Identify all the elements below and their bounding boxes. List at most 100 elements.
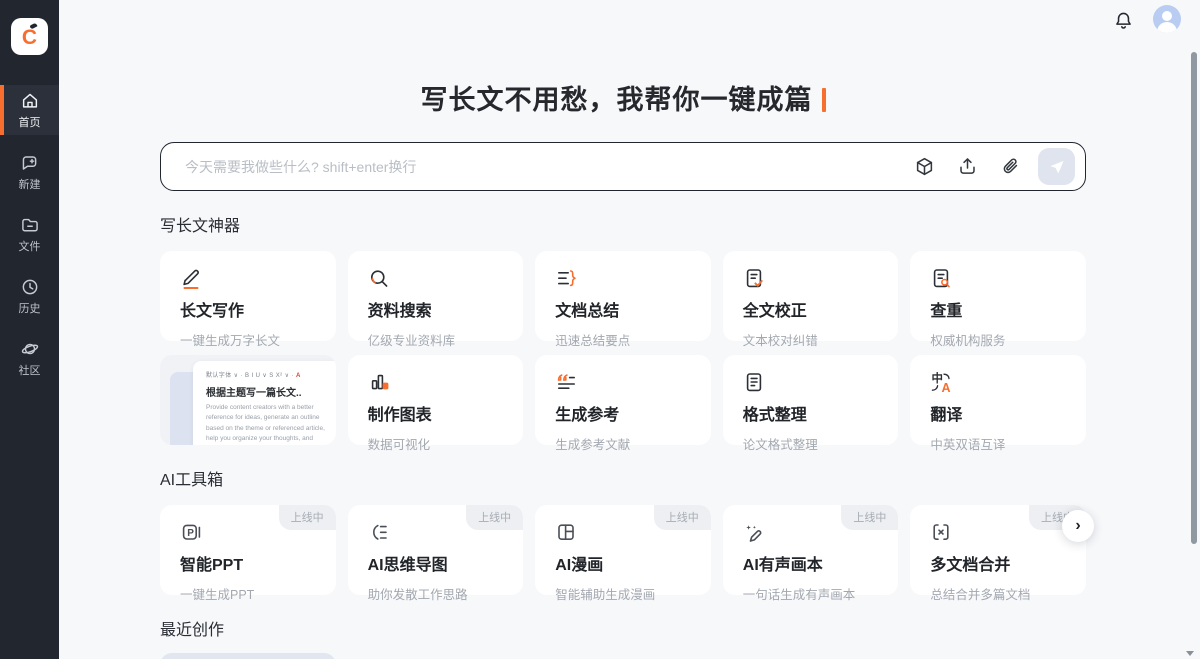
avatar-body [1157,22,1177,33]
card-translate[interactable]: 中A 翻译 中英双语互译 [910,355,1086,445]
sidebar-nav: 首页 新建 文件 历史 社区 [0,85,59,383]
card-title: 长文写作 [180,297,316,321]
sidebar-item-community[interactable]: 社区 [0,333,59,383]
font-color-tool: A [296,373,301,379]
chart-icon [368,371,390,395]
card-subtitle: 亿级专业资料库 [368,330,504,349]
card-subtitle: 总结合并多篇文档 [930,584,1066,603]
card-subtitle: 数据可视化 [368,434,504,453]
card-title: 全文校正 [743,297,879,321]
card-proofread[interactable]: 全文校正 文本校对纠错 [723,251,899,341]
sidebar-item-label: 文件 [19,238,41,254]
prompt-input[interactable] [185,159,892,175]
status-badge: 上线中 [466,505,523,530]
chevron-right-icon: › [1075,517,1080,535]
home-icon [20,91,40,111]
section-title-recent: 最近创作 [160,616,1086,640]
card-subtitle: 生成参考文献 [555,434,691,453]
card-doc-summary[interactable]: 文档总结 迅速总结要点 [535,251,711,341]
card-smart-ppt[interactable]: 上线中 P 智能PPT 一键生成PPT [160,505,336,595]
status-badge: 上线中 [841,505,898,530]
sidebar-item-home[interactable]: 首页 [0,85,59,135]
pencil-icon [180,267,202,291]
ppt-icon: P [180,521,202,545]
writer-tools-grid: 长文写作 一键生成万字长文 资料搜索 亿级专业资料库 文档总结 迅速总结要点 全… [160,251,1086,445]
card-subtitle: 一句话生成有声画本 [743,584,879,603]
card-ai-mindmap[interactable]: 上线中 AI思维导图 助你发散工作思路 [348,505,524,595]
translate-icon: 中A [930,371,952,395]
section-title-ai-toolbox: AI工具箱 [160,466,1086,490]
ai-toolbox-section: AI工具箱 上线中 P 智能PPT 一键生成PPT 上线中 AI思维导图 助你发… [160,466,1086,595]
card-long-writing[interactable]: 长文写作 一键生成万字长文 [160,251,336,341]
card-title: 翻译 [930,401,1066,425]
card-subtitle: 智能辅助生成漫画 [555,584,691,603]
card-subtitle: 权威机构服务 [930,330,1066,349]
sidebar-item-label: 历史 [19,300,41,316]
history-icon [20,277,40,297]
app-logo[interactable]: C [11,18,48,55]
sidebar-item-label: 新建 [19,176,41,192]
sidebar-item-history[interactable]: 历史 [0,271,59,321]
proofread-icon [743,267,765,291]
send-icon [1048,158,1066,176]
scrollbar-thumb[interactable] [1191,52,1197,544]
card-title: 制作图表 [368,401,504,425]
card-title: 文档总结 [555,297,691,321]
send-button[interactable] [1038,148,1075,185]
ai-toolbox-grid: 上线中 P 智能PPT 一键生成PPT 上线中 AI思维导图 助你发散工作思路 … [160,505,1086,595]
card-subtitle: 文本校对纠错 [743,330,879,349]
recent-item-card[interactable] [160,653,336,659]
card-title: 生成参考 [555,401,691,425]
status-badge: 上线中 [279,505,336,530]
merge-icon [930,521,952,545]
sidebar-item-files[interactable]: 文件 [0,209,59,259]
format-icon [743,371,765,395]
paperclip-icon[interactable] [1000,156,1021,177]
avatar-head [1162,11,1172,21]
search-icon [368,267,390,291]
card-subtitle: 中英双语互译 [930,434,1066,453]
audiobook-icon [743,521,765,545]
comic-icon [555,521,577,545]
community-icon [20,339,40,359]
card-ai-audiobook[interactable]: 上线中 AI有声画本 一句话生成有声画本 [723,505,899,595]
sidebar-item-label: 社区 [19,362,41,378]
card-merge-docs[interactable]: 上线中 多文档合并 总结合并多篇文档 [910,505,1086,595]
card-subtitle: 一键生成万字长文 [180,330,316,349]
card-plagiarism-check[interactable]: 查重 权威机构服务 [910,251,1086,341]
status-badge: 上线中 [654,505,711,530]
mindmap-icon [368,521,390,545]
card-generate-references[interactable]: 生成参考 生成参考文献 [535,355,711,445]
summary-icon [555,267,577,291]
bell-icon[interactable] [1113,10,1134,31]
card-subtitle: 助你发散工作思路 [368,584,504,603]
topbar [59,0,1200,40]
card-title: AI思维导图 [368,551,504,575]
card-subtitle: 论文格式整理 [743,434,879,453]
cube-icon[interactable] [914,156,935,177]
sidebar: C 首页 新建 文件 历史 社区 [0,0,59,659]
section-title-writer-tools: 写长文神器 [160,212,1086,236]
preview-doc-toolbar: 默认字体 ∨ · B I U ∨ S X² ∨ · A [206,370,336,379]
files-icon [20,215,40,235]
card-title: 查重 [930,297,1066,321]
preview-doc-title: 根据主题写一篇长文.. [206,384,336,399]
card-format-cleanup[interactable]: 格式整理 论文格式整理 [723,355,899,445]
plagiarism-icon [930,267,952,291]
reference-icon [555,371,577,395]
card-ai-comic[interactable]: 上线中 AI漫画 智能辅助生成漫画 [535,505,711,595]
carousel-next-button[interactable]: › [1062,510,1094,542]
card-make-charts[interactable]: 制作图表 数据可视化 [348,355,524,445]
card-title: 资料搜索 [368,297,504,321]
main-content: 写长文不用愁，我帮你一键成篇 写长文神器 长文写作 一键生成万字长文 [59,0,1200,659]
card-title: 智能PPT [180,551,316,575]
avatar[interactable] [1153,5,1181,33]
svg-text:P: P [187,528,194,539]
upload-icon[interactable] [957,156,978,177]
card-title: 多文档合并 [930,551,1066,575]
scrollbar-down-arrow[interactable] [1186,651,1194,656]
card-doc-preview[interactable]: 默认字体 ∨ · B I U ∨ S X² ∨ · A 根据主题写一篇长文.. … [160,355,336,445]
sidebar-item-new[interactable]: 新建 [0,147,59,197]
card-research-search[interactable]: 资料搜索 亿级专业资料库 [348,251,524,341]
card-title: AI漫画 [555,551,691,575]
